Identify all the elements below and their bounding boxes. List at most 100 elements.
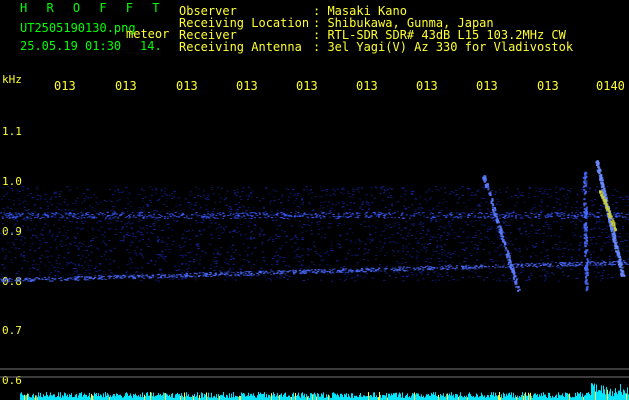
echo-speck	[384, 217, 387, 219]
echo-speck	[244, 250, 247, 252]
noise-column	[117, 394, 118, 400]
echo-speck	[80, 258, 83, 260]
echo-speck	[557, 213, 560, 215]
echo-speck	[346, 275, 349, 277]
echo-speck	[458, 197, 461, 199]
echo-speck	[403, 193, 406, 195]
echo-speck	[602, 272, 605, 274]
echo-speck	[414, 209, 417, 211]
echo-speck	[450, 212, 453, 214]
echo-speck	[83, 272, 86, 274]
echo-speck	[499, 245, 502, 247]
echo-speck	[615, 257, 618, 259]
echo-speck	[2, 207, 5, 209]
echo-speck	[320, 269, 323, 271]
echo-speck	[535, 216, 538, 218]
echo-speck	[69, 189, 72, 191]
echo-speck	[122, 238, 125, 240]
echo-speck	[613, 229, 616, 232]
echo-speck	[224, 272, 227, 274]
echo-speck	[102, 233, 105, 235]
echo-speck	[273, 196, 276, 198]
echo-speck	[236, 211, 239, 213]
echo-speck	[569, 264, 572, 266]
noise-column	[150, 392, 151, 400]
echo-speck	[38, 240, 41, 242]
echo-speck	[232, 217, 235, 219]
echo-speck	[140, 220, 143, 222]
echo-speck	[75, 221, 78, 223]
echo-speck	[462, 231, 465, 233]
echo-speck	[501, 237, 504, 240]
echo-speck	[452, 278, 455, 280]
echo-speck	[33, 205, 36, 207]
echo-speck	[467, 189, 470, 191]
echo-speck	[38, 264, 41, 266]
echo-speck	[294, 213, 297, 215]
echo-speck	[331, 271, 334, 273]
echo-speck	[547, 275, 550, 277]
echo-speck	[588, 263, 591, 265]
echo-speck	[105, 251, 108, 253]
echo-speck	[557, 264, 560, 266]
echo-speck	[343, 223, 346, 225]
echo-speck	[586, 187, 589, 189]
echo-speck	[595, 219, 598, 221]
echo-speck	[458, 188, 461, 190]
echo-speck	[586, 274, 589, 277]
echo-speck	[393, 242, 396, 244]
echo-speck	[498, 217, 501, 219]
echo-speck	[81, 228, 84, 230]
echo-speck	[607, 263, 610, 265]
noise-column	[108, 394, 109, 400]
echo-speck	[338, 278, 341, 280]
echo-speck	[344, 271, 347, 273]
echo-speck	[272, 220, 275, 222]
echo-speck	[515, 217, 518, 219]
echo-speck	[308, 250, 311, 252]
echo-speck	[105, 278, 108, 280]
echo-speck	[615, 250, 618, 253]
echo-speck	[201, 218, 204, 220]
echo-speck	[394, 276, 397, 278]
echo-speck	[139, 228, 142, 230]
echo-speck	[29, 271, 32, 273]
noise-column	[160, 393, 161, 400]
echo-speck	[497, 264, 500, 266]
echo-speck	[417, 240, 420, 242]
echo-speck	[309, 203, 312, 205]
echo-speck	[288, 266, 291, 268]
echo-speck	[207, 194, 210, 196]
echo-speck	[292, 273, 295, 275]
echo-speck	[507, 197, 510, 199]
echo-speck	[66, 217, 69, 219]
echo-speck	[313, 245, 316, 247]
echo-speck	[138, 240, 141, 242]
echo-speck	[494, 191, 497, 193]
echo-speck	[153, 218, 156, 220]
echo-speck	[512, 212, 515, 214]
echo-speck	[572, 221, 575, 223]
echo-speck	[284, 273, 287, 275]
echo-speck	[91, 227, 94, 229]
echo-speck	[252, 274, 255, 276]
echo-speck	[545, 250, 548, 252]
echo-speck	[88, 205, 91, 207]
echo-speck	[75, 222, 78, 224]
echo-speck	[464, 212, 467, 214]
echo-speck	[104, 200, 107, 202]
echo-speck	[607, 209, 610, 212]
echo-speck	[197, 188, 200, 190]
echo-speck	[295, 210, 298, 212]
echo-speck	[425, 191, 428, 193]
echo-speck	[118, 192, 121, 194]
echo-speck	[320, 190, 323, 192]
echo-speck	[123, 236, 126, 238]
echo-speck	[110, 275, 113, 277]
echo-speck	[319, 255, 322, 257]
echo-speck	[248, 271, 251, 273]
echo-speck	[535, 263, 538, 265]
echo-speck	[370, 215, 373, 217]
echo-speck	[413, 269, 416, 271]
noise-column	[48, 396, 49, 400]
